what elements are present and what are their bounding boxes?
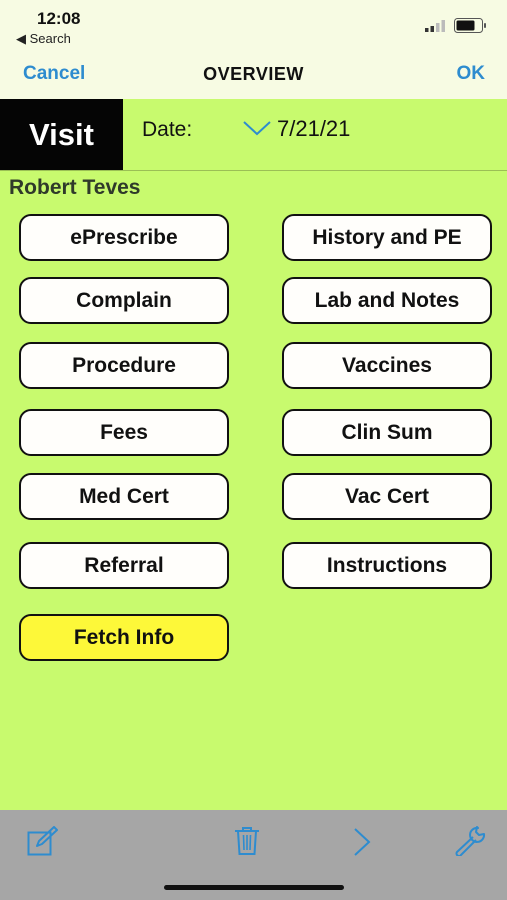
back-to-search-link[interactable]: ◀ Search <box>16 31 71 47</box>
patient-name: Robert Teves <box>9 176 141 199</box>
fetch-info-button[interactable]: Fetch Info <box>19 614 229 661</box>
procedure-button[interactable]: Procedure <box>19 342 229 389</box>
home-indicator[interactable] <box>164 885 344 890</box>
trash-icon[interactable] <box>234 826 260 856</box>
vaccines-button[interactable]: Vaccines <box>282 342 492 389</box>
status-time: 12:08 <box>37 9 81 28</box>
fees-button[interactable]: Fees <box>19 409 229 456</box>
history-and-pe-button[interactable]: History and PE <box>282 214 492 261</box>
chevron-down-icon[interactable] <box>243 120 271 136</box>
ok-button[interactable]: OK <box>457 63 486 85</box>
battery-icon <box>454 18 486 33</box>
status-bar: 12:08 ◀ Search <box>0 0 507 52</box>
lab-and-notes-button[interactable]: Lab and Notes <box>282 277 492 324</box>
divider <box>0 170 507 171</box>
navigation-bar: Cancel OVERVIEW OK <box>0 52 507 99</box>
complain-button[interactable]: Complain <box>19 277 229 324</box>
chevron-right-icon[interactable] <box>353 828 371 856</box>
date-label: Date: <box>142 118 193 141</box>
visit-tab[interactable]: Visit <box>0 99 123 170</box>
date-field[interactable]: 7/21/21 <box>277 116 350 142</box>
referral-button[interactable]: Referral <box>19 542 229 589</box>
instructions-button[interactable]: Instructions <box>282 542 492 589</box>
eprescribe-button[interactable]: ePrescribe <box>19 214 229 261</box>
page-title: OVERVIEW <box>203 64 304 84</box>
wrench-icon[interactable] <box>454 826 486 856</box>
cellular-signal-icon <box>425 20 445 32</box>
vac-cert-button[interactable]: Vac Cert <box>282 473 492 520</box>
clin-sum-button[interactable]: Clin Sum <box>282 409 492 456</box>
med-cert-button[interactable]: Med Cert <box>19 473 229 520</box>
compose-icon[interactable] <box>27 826 59 856</box>
